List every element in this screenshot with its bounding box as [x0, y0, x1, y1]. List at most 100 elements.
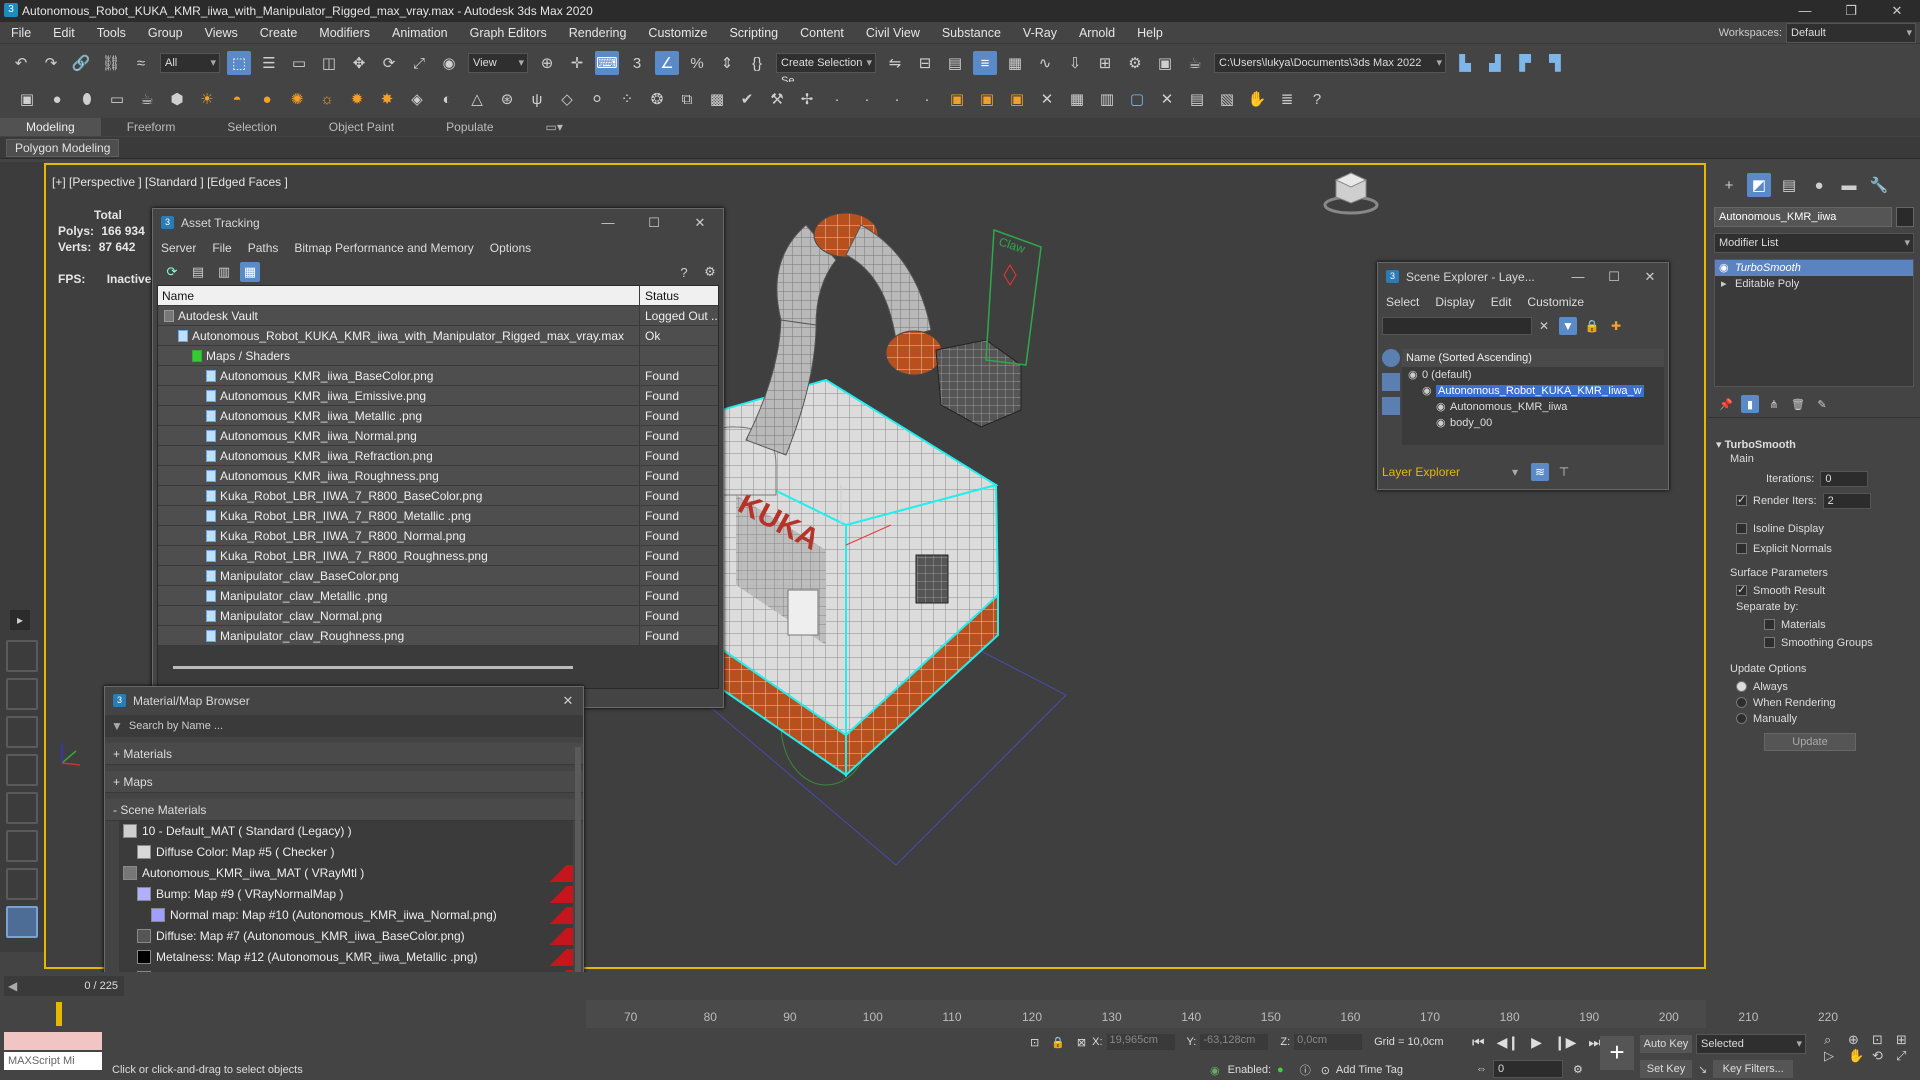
stack-turbosmooth[interactable]: ◉ TurboSmooth [1715, 260, 1913, 276]
menu-bitmap-performance[interactable]: Bitmap Performance and Memory [286, 237, 481, 259]
pin-icon[interactable]: ⊤ [1555, 463, 1573, 481]
object-color-swatch[interactable] [1896, 207, 1914, 227]
visibility-eye-icon[interactable]: ◉ [1408, 367, 1418, 383]
material-browser-titlebar[interactable]: 3 Material/Map Browser ✕ [105, 687, 583, 715]
cylinder-icon[interactable]: ⬮ [75, 87, 99, 111]
enabled-dot-icon[interactable]: ● [1277, 1064, 1284, 1076]
multi-material-icon[interactable]: ⁘ [615, 87, 639, 111]
current-frame-field[interactable]: 0 [1493, 1060, 1563, 1078]
menu-scripting[interactable]: Scripting [718, 22, 789, 44]
menu-customize[interactable]: Customize [637, 22, 718, 44]
section-maps[interactable]: + Maps [105, 771, 583, 793]
menu-arnold[interactable]: Arnold [1068, 22, 1126, 44]
project-path[interactable]: C:\Users\lukya\Documents\3ds Max 2022 [1214, 53, 1446, 73]
rc-icon[interactable]: ▢ [1125, 87, 1149, 111]
vray-mesh-light-icon[interactable]: ✸ [375, 87, 399, 111]
eye-icon[interactable]: ◉ [1719, 260, 1729, 276]
materials-checkbox[interactable] [1764, 619, 1775, 630]
toggle-ribbon-icon[interactable]: ▦ [1003, 51, 1027, 75]
asset-row[interactable]: Autonomous_KMR_iiwa_Emissive.png Found [158, 386, 718, 406]
section-scene-materials[interactable]: - Scene Materials [105, 799, 583, 821]
smooth-result-checkbox[interactable] [1736, 583, 1747, 596]
list-view-icon[interactable]: ▤ [188, 262, 208, 282]
asset-row[interactable]: Autonomous_KMR_iiwa_Metallic .png Found [158, 406, 718, 426]
close-button[interactable]: ✕ [677, 209, 723, 237]
placement-icon[interactable]: ◉ [437, 51, 461, 75]
teapot-icon[interactable]: ☕ [135, 87, 159, 111]
map-row[interactable]: Diffuse: Map #7 (Autonomous_KMR_iiwa_Bas… [119, 926, 573, 947]
asset-row[interactable]: Autonomous_KMR_iiwa_Refraction.png Found [158, 446, 718, 466]
vray-proxy-icon[interactable]: ◈ [405, 87, 429, 111]
always-radio[interactable] [1736, 681, 1747, 692]
vray-dome-icon[interactable]: ◓ [225, 87, 249, 111]
select-by-name-icon[interactable]: ☰ [257, 51, 281, 75]
grid-icon[interactable]: ▥ [1095, 87, 1119, 111]
fp-icon-1[interactable]: ▣ [945, 87, 969, 111]
vray-decal-icon[interactable]: ⧉ [675, 87, 699, 111]
menu-select[interactable]: Select [1378, 291, 1427, 313]
vray-plane-icon[interactable]: △ [465, 87, 489, 111]
vray-ies-icon[interactable]: ✺ [285, 87, 309, 111]
select-manipulate-icon[interactable]: ✛ [565, 51, 589, 75]
when-rendering-radio[interactable] [1736, 697, 1747, 708]
menu-vray[interactable]: V-Ray [1012, 22, 1068, 44]
col-name[interactable]: Name [158, 286, 640, 305]
selected-set-dropdown[interactable]: Selected [1696, 1034, 1806, 1054]
make-unique-icon[interactable]: ⋔ [1765, 395, 1783, 413]
col-status[interactable]: Status [640, 286, 718, 305]
vray-ambient-icon[interactable]: ✹ [345, 87, 369, 111]
menu-display[interactable]: Display [1427, 291, 1482, 313]
smoothing-groups-checkbox[interactable] [1764, 637, 1775, 648]
tab-freeform[interactable]: Freeform [101, 118, 202, 136]
scatter-icon[interactable]: ✕ [1035, 87, 1059, 111]
layer-explorer-label[interactable]: Layer Explorer [1382, 465, 1512, 479]
lights-icon[interactable] [1382, 397, 1400, 415]
select-object-icon[interactable]: ⬚ [227, 51, 251, 75]
project-icon-2[interactable]: ▟ [1483, 51, 1507, 75]
explicit-normals-checkbox[interactable] [1736, 543, 1747, 554]
modify-tab-icon[interactable]: ◩ [1747, 173, 1771, 197]
map-row[interactable]: Bump: Map #9 ( VRayNormalMap ) [119, 884, 573, 905]
menu-civil-view[interactable]: Civil View [855, 22, 931, 44]
help-icon[interactable]: ? [1305, 87, 1329, 111]
minimize-button[interactable]: — [585, 209, 631, 237]
visibility-eye-icon[interactable]: ◉ [1436, 415, 1446, 431]
layout-icon-active[interactable] [6, 906, 38, 938]
fov-icon[interactable]: ▷ [1824, 1048, 1848, 1064]
asset-row[interactable]: Autonomous_KMR_iiwa_BaseColor.png Found [158, 366, 718, 386]
snaps-icon[interactable]: 3 [625, 51, 649, 75]
object-name-field[interactable]: Autonomous_KMR_iiwa [1714, 207, 1892, 227]
render-setup-icon[interactable]: ⚙ [1123, 51, 1147, 75]
minimize-button[interactable]: — [1560, 263, 1596, 291]
workspaces-select[interactable]: Default [1786, 22, 1916, 43]
hierarchy-tab-icon[interactable]: ▤ [1777, 173, 1801, 197]
vray-sphere-icon[interactable]: ⊛ [495, 87, 519, 111]
scale-icon[interactable]: ⤢ [407, 51, 431, 75]
box-icon[interactable]: ▣ [15, 87, 39, 111]
menu-tools[interactable]: Tools [86, 22, 137, 44]
menu-file[interactable]: File [204, 237, 239, 259]
vray-clipper-icon[interactable]: ◇ [555, 87, 579, 111]
selection-filter[interactable]: All [160, 53, 220, 73]
scene-explorer-titlebar[interactable]: 3 Scene Explorer - Laye... — ☐ ✕ [1378, 263, 1668, 291]
layout-icon-2[interactable] [6, 678, 38, 710]
y-coordinate[interactable]: -63,128cm [1200, 1034, 1269, 1050]
add-time-tag-label[interactable]: Add Time Tag [1336, 1064, 1403, 1076]
asset-list[interactable]: Name Status Autodesk Vault Logged Out .. A… [157, 285, 719, 689]
edit-named-sets-icon[interactable]: {} [745, 51, 769, 75]
tab-object-paint[interactable]: Object Paint [303, 118, 420, 136]
zoom-all-icon[interactable]: ⊕ [1848, 1032, 1872, 1048]
filter-icon[interactable]: ▼ [1559, 317, 1577, 335]
search-field[interactable] [1382, 317, 1532, 335]
table2-icon[interactable]: ▤ [1185, 87, 1209, 111]
viewcube[interactable] [1323, 172, 1379, 215]
project-icon-3[interactable]: ▛ [1513, 51, 1537, 75]
menu-views[interactable]: Views [194, 22, 249, 44]
search-input[interactable]: Search by Name ... [129, 720, 223, 732]
project-icon-4[interactable]: ▜ [1543, 51, 1567, 75]
prev-key-icon[interactable]: ◀❙ [1497, 1034, 1520, 1051]
geosphere-icon[interactable]: ⬢ [165, 87, 189, 111]
align-icon[interactable]: ⊟ [913, 51, 937, 75]
time-cursor[interactable] [56, 1002, 62, 1026]
close-button[interactable]: ✕ [553, 687, 583, 715]
